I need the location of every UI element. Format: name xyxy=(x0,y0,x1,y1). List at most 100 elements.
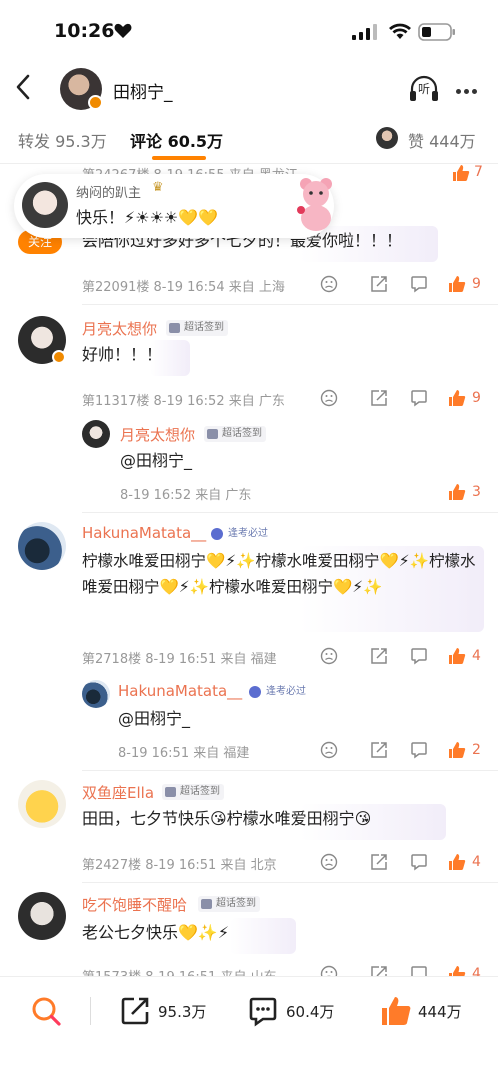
like-count: 9 xyxy=(472,276,481,292)
dislike-icon[interactable] xyxy=(320,965,338,976)
like-count: 4 xyxy=(472,648,481,664)
divider xyxy=(82,770,498,771)
avatar[interactable] xyxy=(18,780,66,828)
exam-badge: 逢考必过 xyxy=(208,526,272,542)
dislike-icon[interactable] xyxy=(320,275,338,293)
share-icon[interactable] xyxy=(370,853,388,871)
dislike-icon[interactable] xyxy=(320,389,338,407)
dislike-icon[interactable] xyxy=(320,741,338,759)
battery-icon xyxy=(418,23,455,41)
like-icon[interactable] xyxy=(448,275,466,293)
status-time: 10:26 xyxy=(54,20,115,42)
comment-meta: 第2427楼 8-19 16:51 来自 北京 xyxy=(82,858,277,873)
like-count: 7 xyxy=(474,164,483,180)
like-count: 9 xyxy=(472,390,481,406)
search-icon[interactable] xyxy=(30,995,62,1027)
comment-meta: 第22091楼 8-19 16:54 来自 上海 xyxy=(82,280,285,295)
like-icon[interactable] xyxy=(452,164,470,182)
share-icon[interactable] xyxy=(370,275,388,293)
fan-text: 快乐！⚡☀☀☀💛💛 xyxy=(76,208,219,227)
like-count: 3 xyxy=(472,484,481,500)
fan-popup[interactable]: 纳闷的趴主 ♛ 快乐！⚡☀☀☀💛💛 xyxy=(14,174,334,238)
signal-icon xyxy=(352,24,377,40)
more-icon[interactable] xyxy=(456,86,480,97)
comment-meta: 第2718楼 8-19 16:51 来自 福建 xyxy=(82,652,277,667)
avatar[interactable] xyxy=(82,420,110,448)
reply-author[interactable]: HakunaMatata__ xyxy=(118,682,242,700)
reply-author[interactable]: 月亮太想你 xyxy=(120,424,195,445)
reply-meta: 8-19 16:52 来自 广东 xyxy=(120,488,252,503)
like-icon[interactable] xyxy=(448,389,466,407)
verified-badge-icon xyxy=(52,350,66,364)
comment-icon[interactable] xyxy=(410,647,428,665)
like-icon[interactable] xyxy=(448,853,466,871)
divider xyxy=(82,512,498,513)
like-icon[interactable] xyxy=(448,647,466,665)
comment-text: 老公七夕快乐💛✨⚡ xyxy=(82,923,230,942)
super-topic-badge: 超话签到 xyxy=(204,426,266,442)
tab-comment[interactable]: 评论 60.5万 xyxy=(130,128,223,152)
fan-title: 纳闷的趴主 xyxy=(76,186,142,201)
reply-text: @田栩宁_ xyxy=(120,451,193,470)
super-topic-badge: 超话签到 xyxy=(162,784,224,800)
header: 田栩宁_ 听 xyxy=(0,62,498,116)
comment-count[interactable]: 60.4万 xyxy=(286,1001,334,1022)
comment-author[interactable]: 双鱼座Ella xyxy=(82,782,154,803)
divider xyxy=(82,882,498,883)
like-icon[interactable] xyxy=(448,965,466,976)
comment-icon[interactable] xyxy=(410,853,428,871)
like-count: 4 xyxy=(472,966,481,976)
like-avatar xyxy=(376,127,398,149)
like-count[interactable]: 444万 xyxy=(418,1001,462,1022)
like-icon[interactable] xyxy=(448,741,466,759)
teddy-bear-icon xyxy=(297,178,332,231)
comment-text: 好帅！！！ xyxy=(82,345,163,364)
comment-text: 田田，七夕节快乐😘柠檬水唯爱田栩宁😘 xyxy=(82,809,372,828)
like-count: 4 xyxy=(472,854,481,870)
tab-bar: 转发 95.3万 评论 60.5万 赞 444万 xyxy=(0,118,498,164)
tab-like[interactable]: 赞 444万 xyxy=(408,128,476,152)
share-icon[interactable] xyxy=(370,965,388,976)
heart-icon xyxy=(114,23,132,38)
comment-icon[interactable] xyxy=(410,275,428,293)
share-icon[interactable] xyxy=(370,741,388,759)
avatar[interactable] xyxy=(18,892,66,940)
comment-icon[interactable] xyxy=(410,741,428,759)
back-icon[interactable] xyxy=(12,72,34,102)
like-icon[interactable] xyxy=(448,483,466,501)
avatar[interactable] xyxy=(18,522,66,570)
comment-author[interactable]: HakunaMatata__ xyxy=(82,524,206,542)
tab-repost[interactable]: 转发 95.3万 xyxy=(18,128,107,152)
comment-meta: 第11317楼 8-19 16:52 来自 广东 xyxy=(82,394,285,409)
exam-badge: 逢考必过 xyxy=(246,684,310,700)
listen-label[interactable]: 听 xyxy=(418,80,430,97)
comment-text: 柠檬水唯爱田栩宁💛⚡✨柠檬水唯爱田栩宁💛⚡✨柠檬水唯爱田栩宁💛⚡✨柠檬水唯爱田栩… xyxy=(82,552,476,596)
divider xyxy=(82,304,498,305)
comment-author[interactable]: 月亮太想你 xyxy=(82,318,157,339)
share-icon[interactable] xyxy=(370,389,388,407)
comment-icon[interactable] xyxy=(248,995,278,1027)
avatar[interactable] xyxy=(82,680,110,708)
dislike-icon[interactable] xyxy=(320,853,338,871)
comment-icon[interactable] xyxy=(410,965,428,976)
avatar xyxy=(22,182,68,228)
dislike-icon[interactable] xyxy=(320,647,338,665)
comment-author[interactable]: 吃不饱睡不醒哈 xyxy=(82,894,187,915)
comment-feed[interactable]: 第24267楼 8-19 16:55 来自 黑龙江 7 纳闷的趴主 ♛ 快乐！⚡… xyxy=(0,164,498,976)
bubble-bg xyxy=(230,918,296,954)
comment-icon[interactable] xyxy=(410,389,428,407)
like-count: 2 xyxy=(472,742,481,758)
page-title[interactable]: 田栩宁_ xyxy=(113,78,173,103)
like-icon[interactable] xyxy=(380,995,412,1027)
verified-badge-icon xyxy=(88,95,103,110)
wifi-icon xyxy=(389,23,411,39)
share-icon[interactable] xyxy=(370,647,388,665)
comment-meta: 第1573楼 8-19 16:51 来自 山东 xyxy=(82,966,277,976)
reply-text: @田栩宁_ xyxy=(118,709,191,728)
repost-count[interactable]: 95.3万 xyxy=(158,1001,206,1022)
super-topic-badge: 超话签到 xyxy=(166,320,228,336)
crown-icon: ♛ xyxy=(152,180,164,195)
status-bar: 10:26 xyxy=(0,0,498,62)
repost-icon[interactable] xyxy=(120,995,150,1027)
super-topic-badge: 超话签到 xyxy=(198,896,260,912)
